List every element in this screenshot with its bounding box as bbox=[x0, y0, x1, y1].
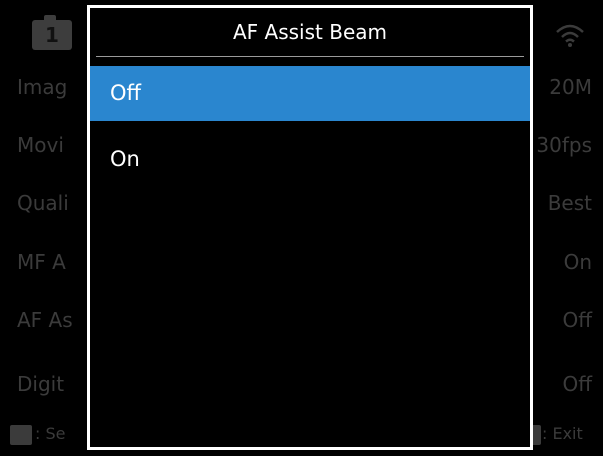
row-label: Imag bbox=[17, 75, 68, 99]
row-label: AF As bbox=[17, 308, 73, 332]
row-value: 20M bbox=[549, 75, 592, 99]
row-value: Off bbox=[562, 308, 592, 332]
row-value: Best bbox=[547, 191, 592, 215]
tab-number: 1 bbox=[45, 23, 59, 47]
dpad-icon bbox=[10, 425, 32, 445]
row-value: 30fps bbox=[536, 133, 592, 157]
option-label: Off bbox=[110, 81, 141, 105]
footer-exit-hint: : Exit bbox=[542, 424, 583, 443]
camera-settings-screen: 1 Imag 20M Movi 30fps Quali Best MF A On… bbox=[0, 0, 603, 456]
row-value: Off bbox=[562, 372, 592, 396]
dialog-divider bbox=[96, 56, 524, 57]
wifi-icon bbox=[556, 24, 584, 47]
option-label: On bbox=[110, 147, 140, 171]
row-label: Digit bbox=[17, 372, 65, 396]
option-off[interactable]: Off bbox=[90, 66, 530, 121]
row-label: MF A bbox=[17, 250, 66, 274]
row-label: Quali bbox=[17, 191, 69, 215]
option-on[interactable]: On bbox=[90, 132, 530, 187]
row-label: Movi bbox=[17, 133, 64, 157]
settings-tab-badge: 1 bbox=[32, 15, 72, 50]
row-value: On bbox=[563, 250, 592, 274]
dialog-title: AF Assist Beam bbox=[232, 20, 387, 44]
footer-select-hint: : Se bbox=[35, 424, 66, 443]
af-assist-beam-dialog: AF Assist Beam Off On bbox=[87, 5, 533, 450]
